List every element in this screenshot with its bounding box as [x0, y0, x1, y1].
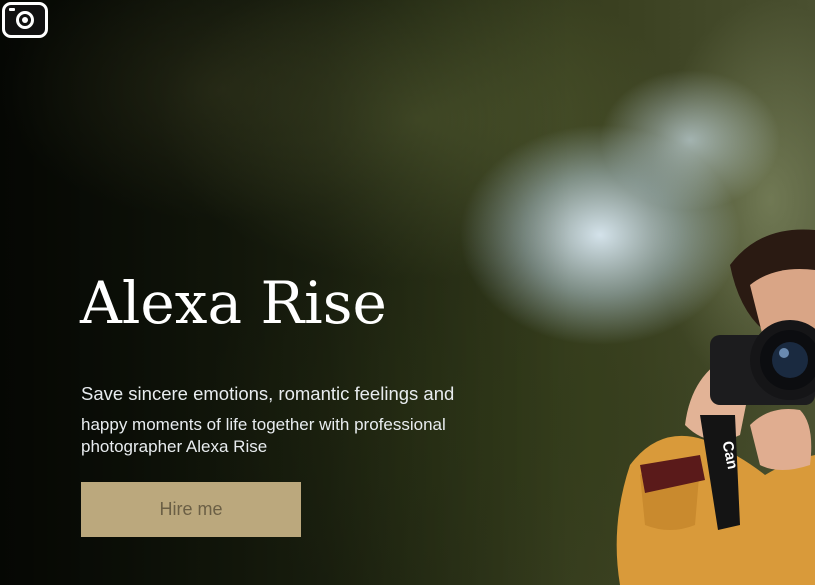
page-title: Alexa Rise	[80, 269, 387, 337]
hire-me-button[interactable]: Hire me	[81, 482, 301, 537]
hero-subtitle-line1: Save sincere emotions, romantic feelings…	[81, 383, 455, 404]
photographer-image: Can	[616, 229, 815, 585]
hero-subtitle-line2: happy moments of life together with prof…	[81, 415, 446, 456]
hero-section: Can Alexa Rise Save sincere emotions, ro…	[0, 0, 815, 585]
camera-icon[interactable]	[2, 2, 48, 38]
camera-flash	[9, 8, 15, 11]
camera-lens	[16, 11, 34, 29]
